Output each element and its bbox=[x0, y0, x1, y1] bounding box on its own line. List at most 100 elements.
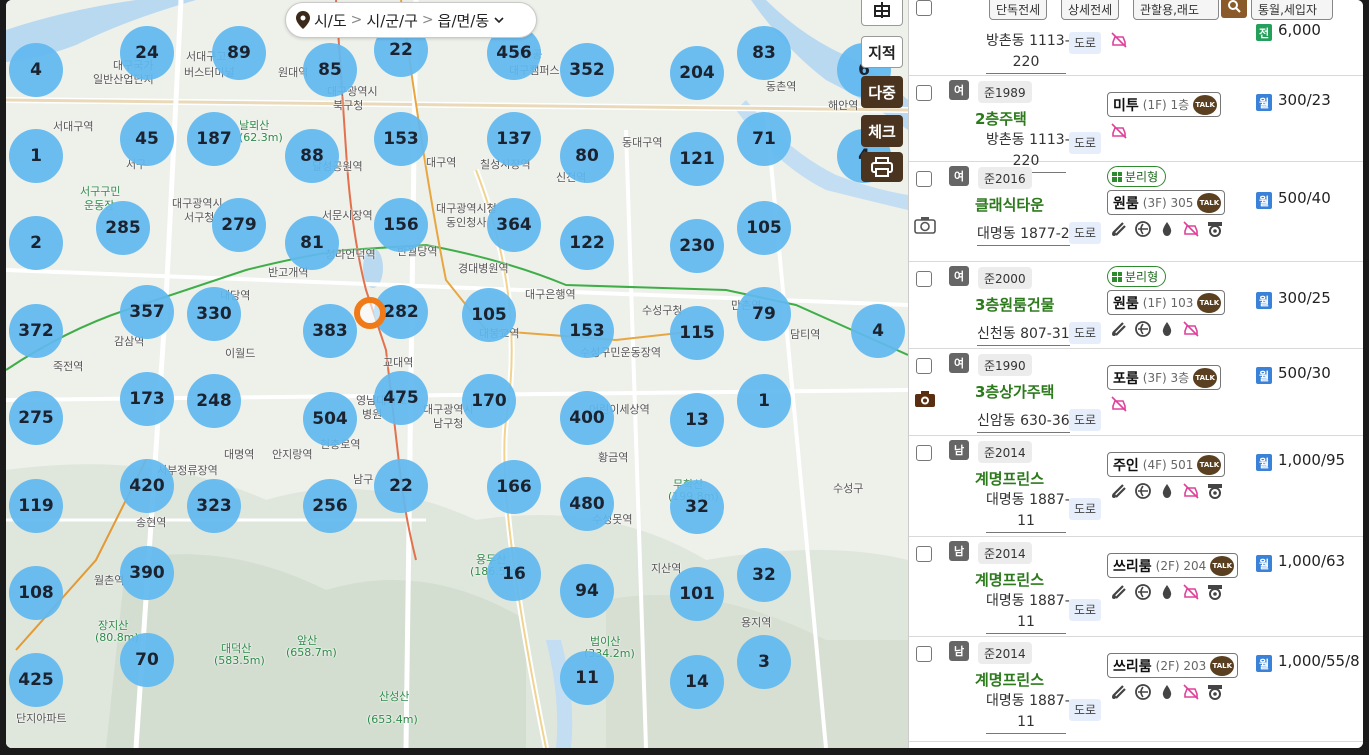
map-cluster-marker[interactable]: 121 bbox=[670, 132, 724, 186]
address-text[interactable]: 대명동 1887- 11 bbox=[986, 591, 1070, 634]
map-cluster-marker[interactable]: 32 bbox=[737, 548, 791, 602]
map-cluster-marker[interactable]: 153 bbox=[374, 112, 428, 166]
address-text[interactable]: 신천동 807-31 bbox=[977, 324, 1070, 346]
map-cluster-marker[interactable]: 1 bbox=[9, 129, 63, 183]
map-cluster-marker[interactable]: 24 bbox=[120, 26, 174, 80]
map-cluster-marker[interactable]: 425 bbox=[9, 653, 63, 707]
row-checkbox[interactable] bbox=[916, 85, 932, 101]
map-cluster-marker[interactable]: 187 bbox=[187, 112, 241, 166]
row-checkbox[interactable] bbox=[916, 271, 932, 287]
map-cluster-marker[interactable]: 248 bbox=[187, 374, 241, 428]
talk-icon[interactable]: TALK bbox=[1210, 555, 1235, 576]
map-cluster-marker[interactable]: 83 bbox=[737, 26, 791, 80]
map-cluster-marker[interactable]: 170 bbox=[462, 374, 516, 428]
map-cluster-marker[interactable]: 22 bbox=[374, 459, 428, 513]
map-cluster-marker[interactable]: 14 bbox=[670, 655, 724, 709]
room-info[interactable]: 미투 (1F) 1층 TALK bbox=[1107, 92, 1222, 117]
listing-row[interactable]: 남 준2014 계명프린스 대명동 1887- 11 도로 쓰리룸 (2F) 203 TALK 월… bbox=[909, 637, 1363, 742]
talk-icon[interactable]: TALK bbox=[1197, 454, 1222, 475]
filter-chip[interactable]: 통월,세입자 bbox=[1251, 0, 1333, 20]
map-cluster-marker[interactable]: 108 bbox=[9, 566, 63, 620]
room-info[interactable]: 쓰리룸 (2F) 204 TALK bbox=[1107, 553, 1239, 578]
map-cluster-marker[interactable]: 330 bbox=[187, 287, 241, 341]
talk-icon[interactable]: TALK bbox=[1197, 192, 1222, 213]
map-cluster-marker[interactable]: 4 bbox=[851, 304, 905, 358]
building-name[interactable]: 계명프린스 bbox=[975, 468, 1044, 489]
map-cluster-marker[interactable]: 115 bbox=[670, 306, 724, 360]
building-name[interactable]: 클래식타운 bbox=[975, 194, 1044, 215]
map-cluster-marker[interactable]: 80 bbox=[560, 129, 614, 183]
map-cluster-marker[interactable]: 94 bbox=[560, 564, 614, 618]
map-cluster-marker[interactable]: 480 bbox=[560, 477, 614, 531]
map-cluster-marker[interactable]: 3 bbox=[737, 635, 791, 689]
room-info[interactable]: 쓰리룸 (2F) 203 TALK bbox=[1107, 653, 1239, 678]
map-cluster-marker[interactable]: 352 bbox=[560, 43, 614, 97]
room-info[interactable]: 주인 (4F) 501 TALK bbox=[1107, 452, 1226, 477]
map-cluster-marker[interactable]: 230 bbox=[670, 219, 724, 273]
map-cluster-marker[interactable]: 119 bbox=[9, 479, 63, 533]
jijeok-button[interactable]: 지적 bbox=[861, 36, 903, 68]
map-cluster-marker[interactable]: 420 bbox=[120, 459, 174, 513]
map-cluster-marker[interactable]: 105 bbox=[462, 288, 516, 342]
camera-icon[interactable] bbox=[914, 216, 936, 234]
map-cluster-marker[interactable]: 156 bbox=[374, 198, 428, 252]
row-checkbox[interactable] bbox=[916, 646, 932, 662]
talk-icon[interactable]: TALK bbox=[1210, 655, 1235, 676]
map-cluster-marker[interactable]: 70 bbox=[120, 633, 174, 687]
talk-icon[interactable]: TALK bbox=[1193, 94, 1218, 115]
map-cluster-marker[interactable]: 390 bbox=[120, 546, 174, 600]
row-checkbox[interactable] bbox=[916, 546, 932, 562]
row-checkbox[interactable] bbox=[916, 358, 932, 374]
building-name[interactable]: 3층상가주택 bbox=[975, 381, 1054, 402]
camera-icon[interactable] bbox=[914, 390, 936, 408]
filter-chip[interactable]: 관할용,래도 bbox=[1133, 0, 1219, 20]
check-button[interactable]: 체크 bbox=[861, 115, 903, 147]
listing-row[interactable]: 남 준2014 계명프린스 대명동 1887- 11 도로 쓰리룸 (2F) 204 TALK 월… bbox=[909, 537, 1363, 637]
region-sido[interactable]: 시/도 bbox=[314, 10, 347, 31]
row-checkbox[interactable] bbox=[916, 445, 932, 461]
map-cluster-marker[interactable]: 275 bbox=[9, 391, 63, 445]
row-checkbox[interactable] bbox=[916, 171, 932, 187]
map-view[interactable]: 대구국가일반산업단지서대구역서대구고속버스터미널원대역대구광역시북구청대구공대구… bbox=[6, 0, 908, 748]
map-cluster-marker[interactable]: 105 bbox=[737, 201, 791, 255]
map-cluster-marker[interactable]: 173 bbox=[120, 372, 174, 426]
map-cluster-marker[interactable]: 11 bbox=[560, 651, 614, 705]
map-cluster-marker[interactable]: 85 bbox=[303, 43, 357, 97]
map-cluster-marker[interactable]: 166 bbox=[487, 460, 541, 514]
map-cluster-marker[interactable]: 504 bbox=[303, 392, 357, 446]
room-info[interactable]: 포룸 (3F) 3층 TALK bbox=[1107, 365, 1222, 390]
map-cluster-marker[interactable]: 279 bbox=[212, 198, 266, 252]
listing-panel[interactable]: 단독전세 상세전세 관할용,래도 통월,세입자 전 6,000 방촌동 1113… bbox=[908, 0, 1363, 748]
row-checkbox[interactable] bbox=[916, 0, 932, 16]
room-info[interactable]: 원룸 (1F) 103 TALK bbox=[1107, 290, 1226, 315]
listing-row-partial[interactable]: 단독전세 상세전세 관할용,래도 통월,세입자 전 6,000 방촌동 1113… bbox=[909, 0, 1363, 76]
dajung-button[interactable]: 다중 bbox=[861, 76, 903, 108]
map-cluster-marker[interactable]: 88 bbox=[285, 129, 339, 183]
address-text[interactable]: 대명동 1887- 11 bbox=[986, 490, 1070, 533]
address-text[interactable]: 대명동 1887- 11 bbox=[986, 691, 1070, 734]
map-cluster-marker[interactable]: 364 bbox=[487, 198, 541, 252]
map-cluster-marker[interactable]: 45 bbox=[120, 112, 174, 166]
search-button[interactable] bbox=[1221, 0, 1247, 18]
map-cluster-marker[interactable]: 81 bbox=[285, 216, 339, 270]
address-text[interactable]: 대명동 1877-2 bbox=[977, 224, 1070, 246]
region-eupmyeondong[interactable]: 읍/면/동 bbox=[438, 10, 490, 31]
map-cluster-marker[interactable]: 372 bbox=[9, 304, 63, 358]
map-cluster-marker[interactable]: 323 bbox=[187, 479, 241, 533]
layer-toggle-button[interactable] bbox=[861, 0, 903, 26]
map-cluster-marker[interactable]: 256 bbox=[303, 479, 357, 533]
map-cluster-marker[interactable]: 89 bbox=[212, 26, 266, 80]
listing-row[interactable]: 여 준2016 클래식타운 대명동 1877-2 도로 분리형 원룸 (3F) 305 TALK… bbox=[909, 162, 1363, 262]
map-cluster-marker[interactable]: 13 bbox=[670, 393, 724, 447]
map-cluster-marker[interactable]: 137 bbox=[487, 112, 541, 166]
map-cluster-marker[interactable]: 79 bbox=[737, 287, 791, 341]
building-name[interactable]: 계명프린스 bbox=[975, 669, 1044, 690]
map-cluster-marker[interactable]: 204 bbox=[670, 46, 724, 100]
filter-chip[interactable]: 단독전세 bbox=[989, 0, 1048, 20]
address-text[interactable]: 방촌동 1113- 220 bbox=[986, 31, 1070, 74]
print-button[interactable] bbox=[861, 152, 903, 182]
map-cluster-marker[interactable]: 122 bbox=[560, 216, 614, 270]
listing-row[interactable]: 여 준1990 3층상가주택 신암동 630-36 도로 포룸 (3F) 3층 TALK 월 50… bbox=[909, 349, 1363, 436]
building-name[interactable]: 3층원룸건물 bbox=[975, 294, 1054, 315]
map-cluster-marker[interactable]: 71 bbox=[737, 112, 791, 166]
